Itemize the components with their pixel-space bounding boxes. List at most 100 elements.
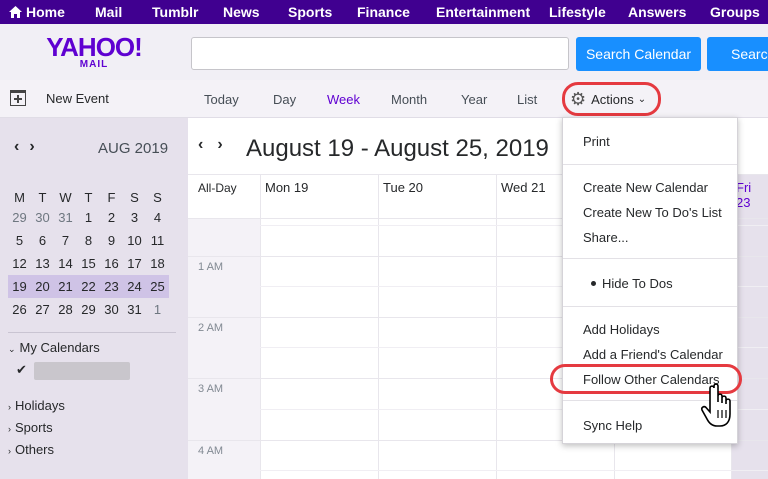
tab-week[interactable]: Week <box>327 92 360 107</box>
nav-home[interactable]: Home <box>9 4 65 20</box>
tab-today[interactable]: Today <box>204 92 239 107</box>
mini-day[interactable]: 31 <box>123 298 146 321</box>
menu-item-add-holidays[interactable]: Add Holidays <box>583 322 660 337</box>
nav-sports[interactable]: Sports <box>288 4 332 20</box>
nav-news[interactable]: News <box>223 4 260 20</box>
nav-finance[interactable]: Finance <box>357 4 410 20</box>
mini-day[interactable]: 17 <box>123 252 146 275</box>
tab-day[interactable]: Day <box>273 92 296 107</box>
mini-day[interactable]: 29 <box>8 206 31 229</box>
nav-entertainment[interactable]: Entertainment <box>436 4 530 20</box>
nav-groups[interactable]: Groups <box>710 4 760 20</box>
mini-day[interactable]: 27 <box>31 298 54 321</box>
mini-day[interactable]: 31 <box>54 206 77 229</box>
my-calendars-toggle[interactable]: ⌄ My Calendars <box>8 340 100 355</box>
mini-day[interactable]: 30 <box>31 206 54 229</box>
menu-separator <box>563 306 737 307</box>
mini-day[interactable]: 10 <box>123 229 146 252</box>
menu-item-create-todo-list[interactable]: Create New To Do's List <box>583 205 722 220</box>
prev-week-icon[interactable]: ‹ <box>198 136 203 153</box>
mini-day[interactable]: 16 <box>100 252 123 275</box>
weekday-header: M <box>14 189 25 205</box>
mini-day[interactable]: 4 <box>146 206 169 229</box>
mini-day[interactable]: 25 <box>146 275 169 298</box>
bullet-icon <box>591 281 596 286</box>
menu-item-print[interactable]: Print <box>583 134 610 149</box>
nav-lifestyle[interactable]: Lifestyle <box>549 4 606 20</box>
mini-day[interactable]: 6 <box>31 229 54 252</box>
nav-answers[interactable]: Answers <box>628 4 686 20</box>
mini-day[interactable]: 1 <box>77 206 100 229</box>
mini-day[interactable]: 28 <box>54 298 77 321</box>
grid-line <box>260 470 768 471</box>
mini-day[interactable]: 12 <box>8 252 31 275</box>
next-month-icon[interactable]: › <box>29 138 34 155</box>
week-nav: ‹ › <box>198 136 237 154</box>
logo-main-text: YAHOO! <box>46 32 143 62</box>
search-web-button[interactable]: Search <box>707 37 768 71</box>
sidebar-item-holidays[interactable]: › Holidays <box>8 398 65 413</box>
mini-day[interactable]: 2 <box>100 206 123 229</box>
sidebar-item-sports[interactable]: › Sports <box>8 420 53 435</box>
menu-item-sync-help[interactable]: Sync Help <box>583 418 642 433</box>
mini-day[interactable]: 11 <box>146 229 169 252</box>
mini-day[interactable]: 21 <box>54 275 77 298</box>
mini-day[interactable]: 22 <box>77 275 100 298</box>
day-header-tue[interactable]: Tue 20 <box>378 174 496 218</box>
hand-cursor-icon <box>701 383 731 427</box>
my-calendars-label: My Calendars <box>19 340 100 355</box>
mini-day[interactable]: 14 <box>54 252 77 275</box>
mini-day[interactable]: 1 <box>146 298 169 321</box>
menu-item-hide-todos[interactable]: Hide To Dos <box>591 276 673 291</box>
mini-day[interactable]: 18 <box>146 252 169 275</box>
yahoo-mail-logo[interactable]: YAHOO! MAIL <box>46 32 143 70</box>
search-input[interactable] <box>191 37 569 70</box>
mini-day[interactable]: 29 <box>77 298 100 321</box>
column-divider <box>378 174 379 479</box>
new-event-button[interactable]: New Event <box>10 90 109 106</box>
mini-day[interactable]: 20 <box>31 275 54 298</box>
hour-label: 3 AM <box>198 383 224 395</box>
menu-item-add-friends-calendar[interactable]: Add a Friend's Calendar <box>583 347 723 362</box>
next-week-icon[interactable]: › <box>217 136 222 153</box>
mini-day[interactable]: 8 <box>77 229 100 252</box>
weekday-header: S <box>130 189 139 205</box>
mini-day[interactable]: 13 <box>31 252 54 275</box>
nav-mail[interactable]: Mail <box>95 4 122 20</box>
mini-calendar-month: AUG 2019 <box>98 140 169 157</box>
calendar-checkbox[interactable]: ✔ <box>16 362 27 378</box>
header: YAHOO! MAIL Search Calendar Search <box>0 24 768 80</box>
tab-year[interactable]: Year <box>461 92 487 107</box>
mini-day[interactable]: 5 <box>8 229 31 252</box>
menu-item-share[interactable]: Share... <box>583 230 629 245</box>
weekday-header: W <box>59 189 72 205</box>
mini-day[interactable]: 15 <box>77 252 100 275</box>
mini-day[interactable]: 7 <box>54 229 77 252</box>
menu-separator <box>563 164 737 165</box>
top-nav-bar: Home Mail Tumblr News Sports Finance Ent… <box>0 0 768 24</box>
column-divider <box>260 174 261 479</box>
mini-calendar: M T W T F S S 29 30 31 1 2 3 4 5 6 7 8 9… <box>8 188 169 321</box>
nav-tumblr[interactable]: Tumblr <box>152 4 198 20</box>
mini-day[interactable]: 26 <box>8 298 31 321</box>
home-icon <box>9 6 22 18</box>
mini-day[interactable]: 19 <box>8 275 31 298</box>
mini-day[interactable]: 30 <box>100 298 123 321</box>
day-header-mon[interactable]: Mon 19 <box>260 174 378 218</box>
mini-day-today[interactable]: 23 <box>100 275 123 298</box>
tab-month[interactable]: Month <box>391 92 427 107</box>
all-day-label: All-Day <box>198 181 237 195</box>
column-divider <box>496 174 497 479</box>
menu-item-create-calendar[interactable]: Create New Calendar <box>583 180 708 195</box>
mini-day[interactable]: 24 <box>123 275 146 298</box>
mini-day[interactable]: 3 <box>123 206 146 229</box>
tab-list[interactable]: List <box>517 92 537 107</box>
sports-label: Sports <box>15 420 53 435</box>
prev-month-icon[interactable]: ‹ <box>14 138 19 155</box>
mini-calendar-nav: ‹ › <box>14 138 45 156</box>
chevron-right-icon: › <box>8 424 11 434</box>
mini-day[interactable]: 9 <box>100 229 123 252</box>
week-title: August 19 - August 25, 2019 <box>246 135 549 162</box>
sidebar-item-others[interactable]: › Others <box>8 442 54 457</box>
search-calendar-button[interactable]: Search Calendar <box>576 37 701 71</box>
